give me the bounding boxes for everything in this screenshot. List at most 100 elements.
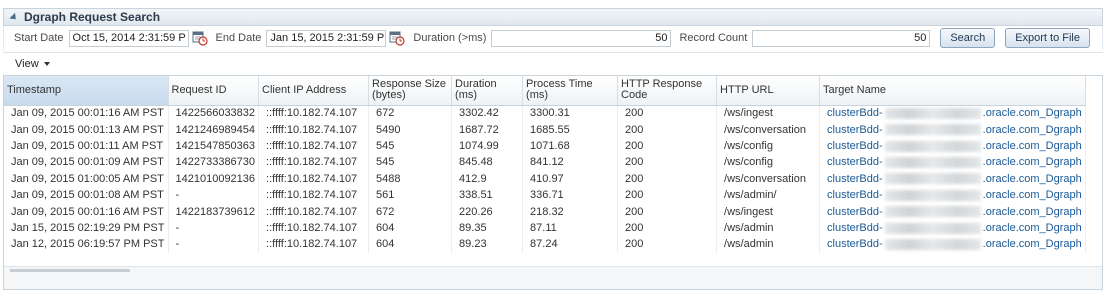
view-menu-label: View xyxy=(15,57,39,70)
cell-request-id: 1422183739612 xyxy=(168,203,260,220)
cell-duration: 412.9 xyxy=(451,170,524,187)
cell-duration: 845.48 xyxy=(451,154,524,171)
cell-request-id: 1421547850363 xyxy=(168,137,260,155)
cell-http-url: /ws/config xyxy=(716,137,821,155)
cell-target-name[interactable]: clusterBdd- .oracle.com_Dgraph xyxy=(819,219,1086,237)
column-header-target-name[interactable]: Target Name xyxy=(819,76,1086,106)
cell-http-response-code: 200 xyxy=(617,154,718,171)
cell-http-response-code: 200 xyxy=(617,203,718,220)
redacted-host-block xyxy=(884,140,981,152)
cell-response-size: 604 xyxy=(368,219,453,237)
cell-timestamp: Jan 09, 2015 00:01:09 AM PST xyxy=(4,154,169,171)
table-row[interactable]: Jan 15, 2015 02:19:29 PM PST -::ffff:10.1… xyxy=(4,219,1086,237)
cell-request-id: - xyxy=(168,236,260,253)
cell-process-time: 218.32 xyxy=(522,203,619,220)
cell-process-time: 841.12 xyxy=(522,154,619,171)
column-header-process-time[interactable]: Process Time (ms) xyxy=(522,76,619,106)
column-header-response-size[interactable]: Response Size (bytes) xyxy=(368,76,453,106)
cell-target-name[interactable]: clusterBdd- .oracle.com_Dgraph xyxy=(819,186,1086,204)
horizontal-scrollbar[interactable] xyxy=(4,266,1102,289)
results-table-container: Timestamp Request ID Client IP Address R… xyxy=(3,75,1103,290)
target-name-prefix: clusterBdd- xyxy=(827,123,883,136)
table-row[interactable]: Jan 09, 2015 00:01:13 AM PST 142124698945… xyxy=(4,121,1086,138)
cell-client-ip: ::ffff:10.182.74.107 xyxy=(258,219,370,237)
redacted-host-block xyxy=(884,173,981,185)
column-header-request-id[interactable]: Request ID xyxy=(168,76,260,106)
results-table: Timestamp Request ID Client IP Address R… xyxy=(4,76,1086,253)
cell-client-ip: ::ffff:10.182.74.107 xyxy=(258,170,370,187)
target-name-suffix: .oracle.com_Dgraph xyxy=(982,189,1082,202)
cell-request-id: 1422733386730 xyxy=(168,154,260,171)
record-count-input[interactable]: 50 xyxy=(752,29,931,47)
cell-http-response-code: 200 xyxy=(617,170,718,187)
target-name-prefix: clusterBdd- xyxy=(827,107,883,120)
cell-http-url: /ws/config xyxy=(716,154,821,171)
cell-target-name[interactable]: clusterBdd- .oracle.com_Dgraph xyxy=(819,105,1086,122)
redacted-host-block xyxy=(884,156,981,168)
column-header-http-url[interactable]: HTTP URL xyxy=(716,76,821,106)
target-name-prefix: clusterBdd- xyxy=(827,189,883,202)
cell-target-name[interactable]: clusterBdd- .oracle.com_Dgraph xyxy=(819,137,1086,155)
panel-header: Dgraph Request Search xyxy=(3,8,1103,26)
start-date-input[interactable]: Oct 15, 2014 2:31:59 P xyxy=(68,29,189,47)
cell-process-time: 1071.68 xyxy=(522,137,619,155)
collapse-triangle-icon[interactable] xyxy=(9,12,19,22)
search-button[interactable]: Search xyxy=(940,28,996,48)
duration-label: Duration (>ms) xyxy=(413,32,487,44)
cell-target-name[interactable]: clusterBdd- .oracle.com_Dgraph xyxy=(819,121,1086,138)
table-row[interactable]: Jan 09, 2015 00:01:16 AM PST 142218373961… xyxy=(4,203,1086,220)
cell-target-name[interactable]: clusterBdd- .oracle.com_Dgraph xyxy=(819,154,1086,171)
cell-client-ip: ::ffff:10.182.74.107 xyxy=(258,186,370,204)
cell-duration: 1074.99 xyxy=(451,137,524,155)
column-header-http-response-code[interactable]: HTTP Response Code xyxy=(617,76,718,106)
cell-duration: 338.51 xyxy=(451,186,524,204)
cell-timestamp: Jan 09, 2015 00:01:08 AM PST xyxy=(4,186,169,204)
table-row[interactable]: Jan 09, 2015 00:01:11 AM PST 142154785036… xyxy=(4,137,1086,155)
calendar-clock-icon[interactable] xyxy=(192,30,208,46)
table-header-row: Timestamp Request ID Client IP Address R… xyxy=(4,76,1086,106)
cell-http-url: /ws/conversation xyxy=(716,170,821,187)
cell-client-ip: ::ffff:10.182.74.107 xyxy=(258,154,370,171)
target-name-suffix: .oracle.com_Dgraph xyxy=(982,238,1082,251)
target-name-prefix: clusterBdd- xyxy=(827,172,883,185)
cell-response-size: 5490 xyxy=(368,121,453,138)
duration-input[interactable]: 50 xyxy=(491,29,672,47)
cell-client-ip: ::ffff:10.182.74.107 xyxy=(258,203,370,220)
cell-http-url: /ws/admin xyxy=(716,219,821,237)
table-row[interactable]: Jan 09, 2015 00:01:08 AM PST -::ffff:10.1… xyxy=(4,186,1086,204)
table-row[interactable]: Jan 09, 2015 01:00:05 AM PST 142101009213… xyxy=(4,170,1086,187)
cell-http-response-code: 200 xyxy=(617,137,718,155)
calendar-clock-icon[interactable] xyxy=(389,30,406,46)
cell-http-response-code: 200 xyxy=(617,186,718,204)
table-row[interactable]: Jan 09, 2015 00:01:16 AM PST 142256603383… xyxy=(4,105,1086,122)
column-header-duration[interactable]: Duration (ms) xyxy=(451,76,524,106)
cell-target-name[interactable]: clusterBdd- .oracle.com_Dgraph xyxy=(819,170,1086,187)
cell-process-time: 410.97 xyxy=(522,170,619,187)
table-row[interactable]: Jan 12, 2015 06:19:57 PM PST -::ffff:10.1… xyxy=(4,236,1086,253)
cell-request-id: - xyxy=(168,219,260,237)
redacted-host-block xyxy=(884,222,981,234)
target-name-prefix: clusterBdd- xyxy=(827,238,883,251)
target-name-prefix: clusterBdd- xyxy=(827,156,883,169)
column-header-timestamp[interactable]: Timestamp xyxy=(4,76,169,106)
scrollbar-thumb[interactable] xyxy=(10,269,130,272)
cell-response-size: 604 xyxy=(368,236,453,253)
export-to-file-button[interactable]: Export to File xyxy=(1005,28,1090,48)
redacted-host-block xyxy=(884,206,981,218)
cell-duration: 1687.72 xyxy=(451,121,524,138)
cell-http-url: /ws/admin/ xyxy=(716,186,821,204)
cell-process-time: 3300.31 xyxy=(522,105,619,122)
cell-client-ip: ::ffff:10.182.74.107 xyxy=(258,121,370,138)
table-toolbar: View xyxy=(3,52,1103,74)
cell-http-response-code: 200 xyxy=(617,105,718,122)
column-header-client-ip[interactable]: Client IP Address xyxy=(258,76,370,106)
cell-target-name[interactable]: clusterBdd- .oracle.com_Dgraph xyxy=(819,236,1086,253)
cell-timestamp: Jan 09, 2015 01:00:05 AM PST xyxy=(4,170,169,187)
view-menu[interactable]: View xyxy=(15,58,50,70)
end-date-input[interactable]: Jan 15, 2015 2:31:59 P xyxy=(266,29,387,47)
target-name-prefix: clusterBdd- xyxy=(827,205,883,218)
cell-client-ip: ::ffff:10.182.74.107 xyxy=(258,236,370,253)
cell-target-name[interactable]: clusterBdd- .oracle.com_Dgraph xyxy=(819,203,1086,220)
target-name-prefix: clusterBdd- xyxy=(827,139,883,152)
table-row[interactable]: Jan 09, 2015 00:01:09 AM PST 142273338673… xyxy=(4,154,1086,171)
